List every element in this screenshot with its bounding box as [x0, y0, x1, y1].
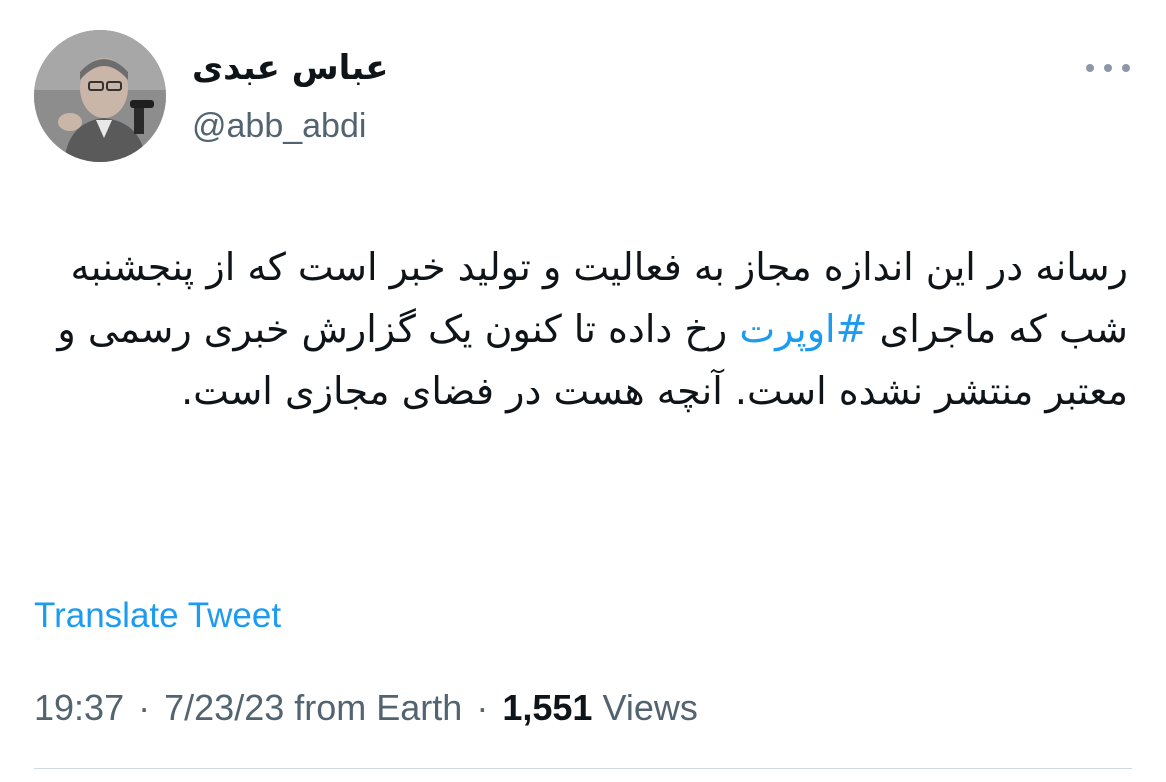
- views-label: Views: [602, 687, 698, 728]
- profile-photo-icon: [34, 30, 166, 162]
- meta-separator: ·: [138, 687, 151, 728]
- more-horizontal-icon-dot: [1122, 64, 1130, 72]
- more-options-button[interactable]: [1086, 56, 1130, 80]
- views-count: 1,551: [502, 687, 593, 728]
- tweet-date[interactable]: 7/23/23: [164, 687, 284, 728]
- display-name[interactable]: عباس عبدی: [192, 44, 389, 92]
- divider: [34, 768, 1132, 769]
- more-horizontal-icon-dot: [1104, 64, 1112, 72]
- user-handle[interactable]: @abb_abdi: [192, 104, 366, 148]
- tweet-meta: 19:37 · 7/23/23 from Earth · 1,551 Views: [34, 684, 698, 732]
- tweet-time[interactable]: 19:37: [34, 687, 124, 728]
- tweet-card: عباس عبدی @abb_abdi رسانه در این اندازه …: [0, 0, 1166, 782]
- more-horizontal-icon: [1086, 64, 1094, 72]
- avatar[interactable]: [34, 30, 166, 162]
- hashtag-link[interactable]: #اوپرت: [739, 307, 867, 351]
- translate-tweet-link[interactable]: Translate Tweet: [34, 594, 281, 638]
- tweet-source: from Earth: [294, 687, 463, 728]
- meta-separator: ·: [476, 687, 489, 728]
- tweet-text: رسانه در این اندازه مجاز به فعالیت و تول…: [38, 236, 1128, 422]
